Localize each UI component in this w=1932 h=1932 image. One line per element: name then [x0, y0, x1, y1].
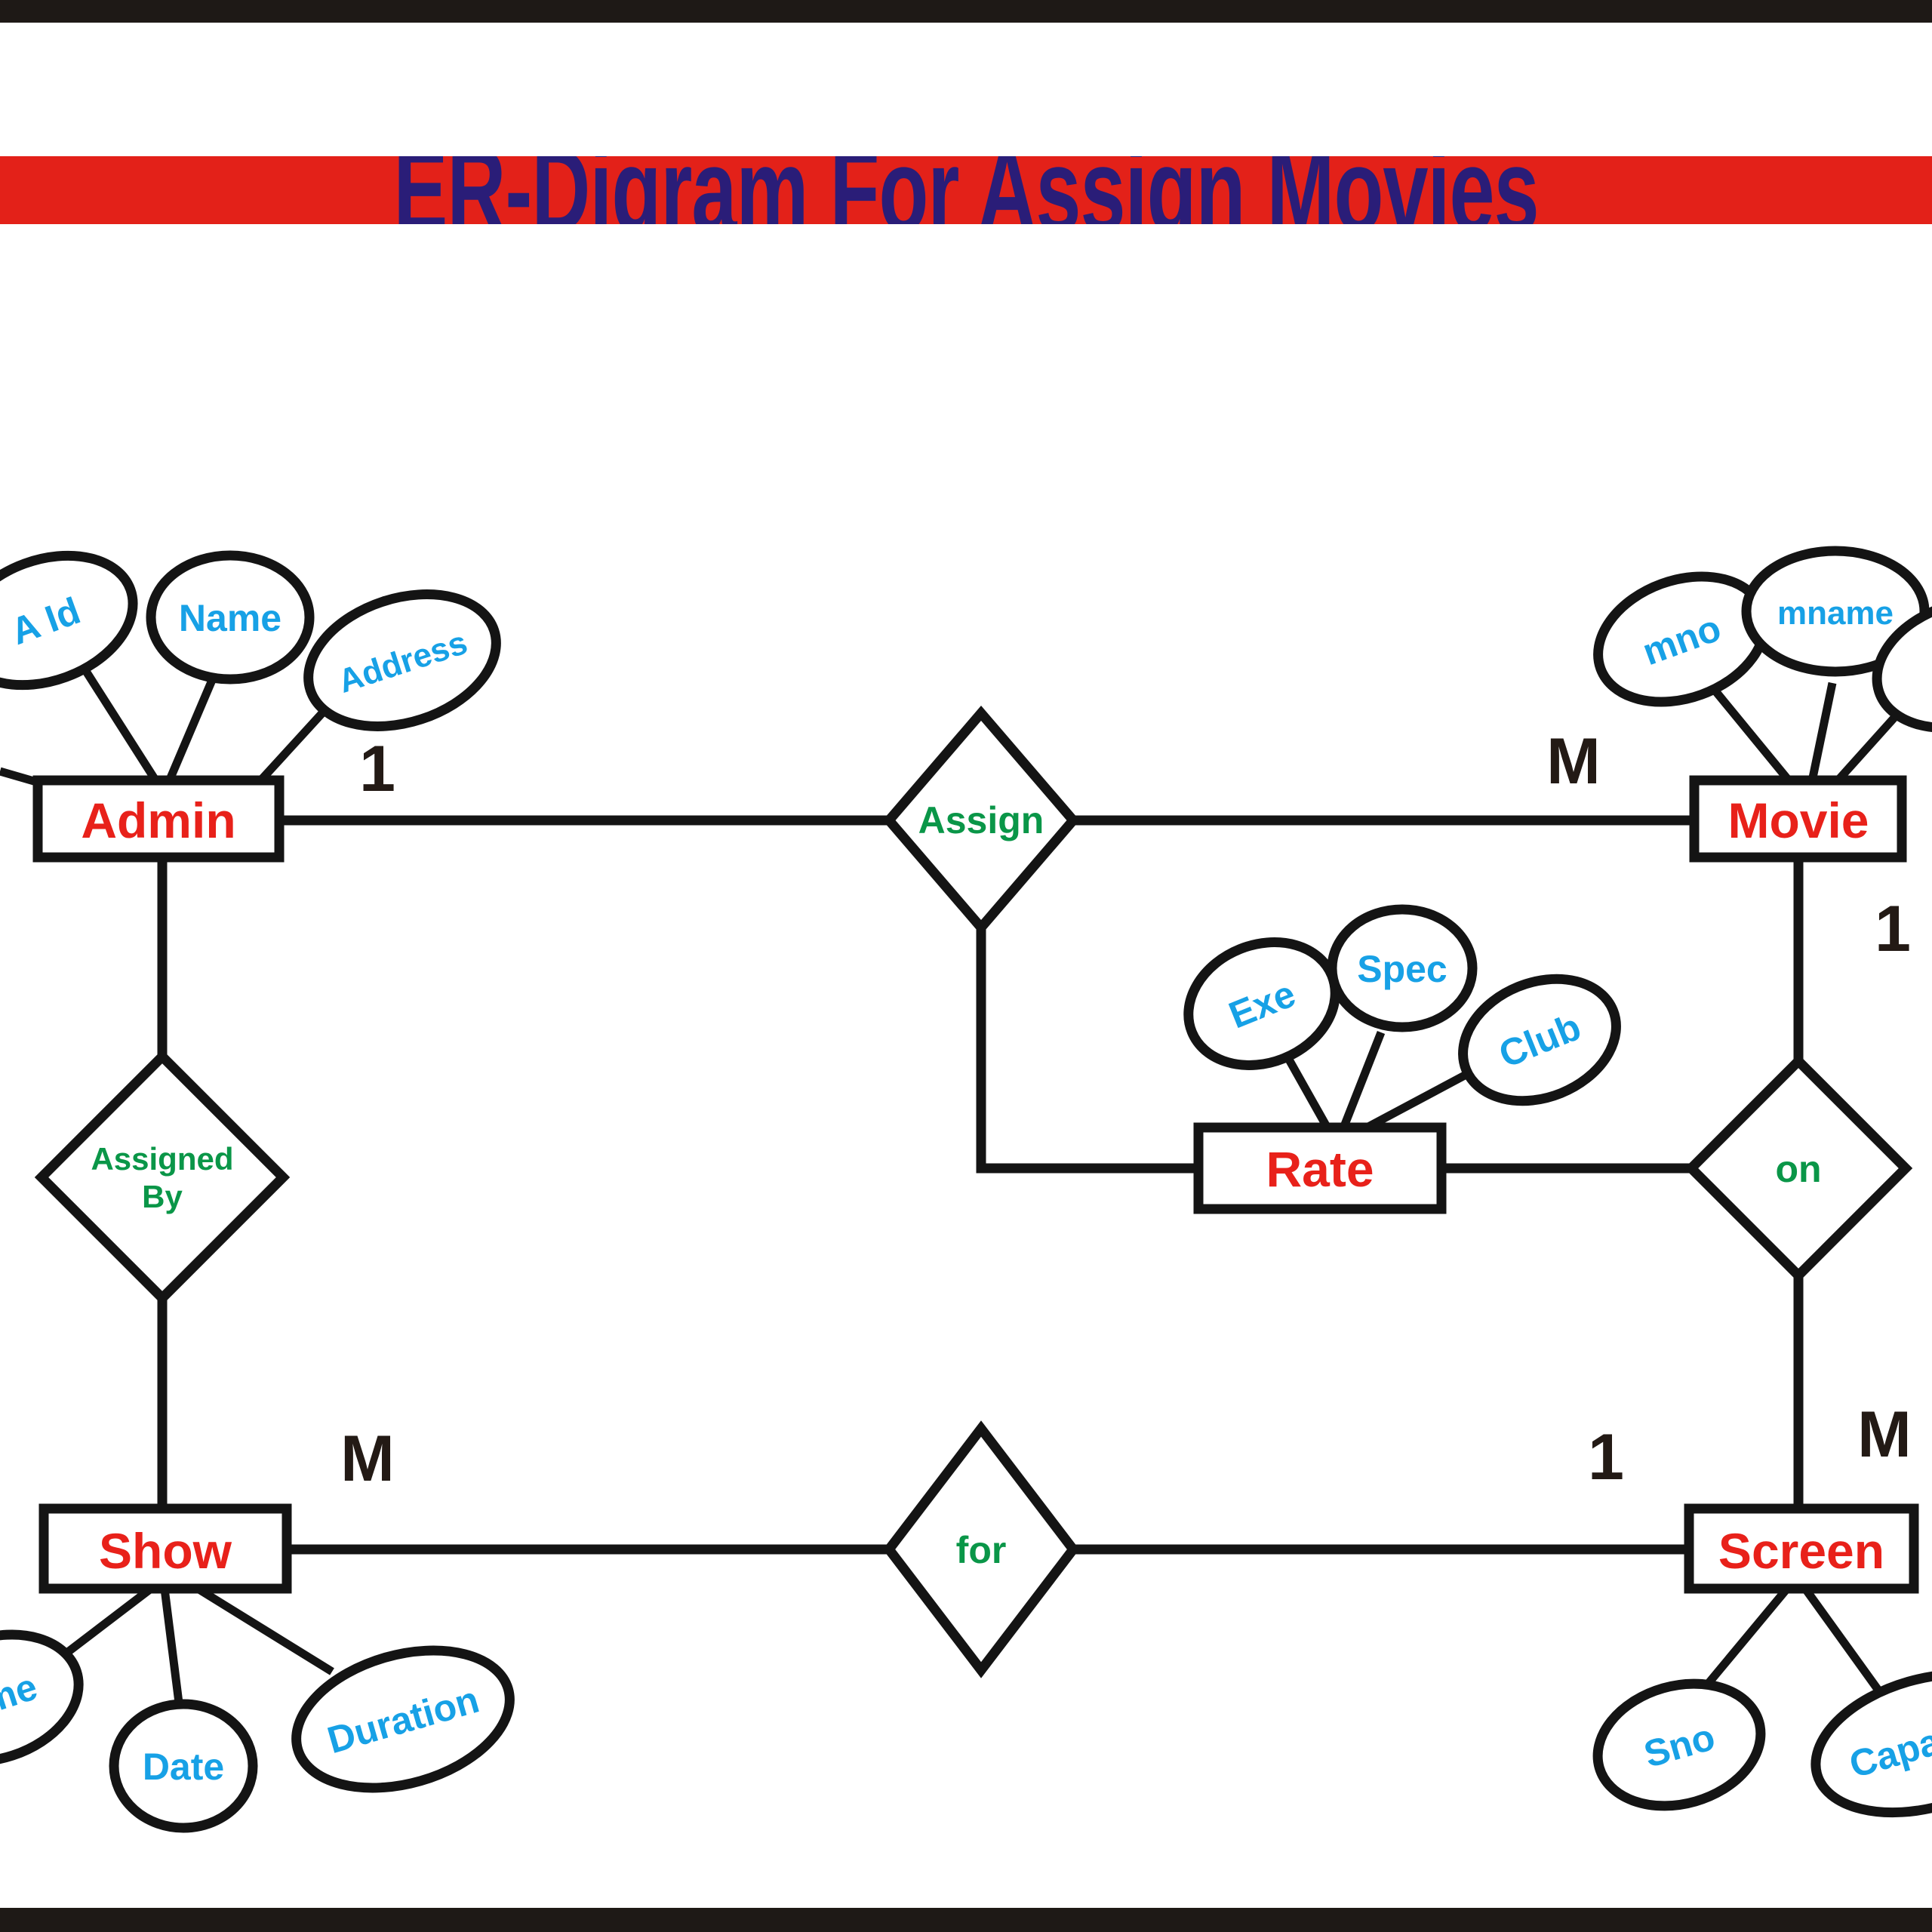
connector-admin-aid: [78, 662, 162, 787]
cardinality-layer: 1 M 1 M M 1: [340, 725, 1912, 1495]
relationship-assign[interactable]: Assign: [882, 706, 1080, 935]
relationship-layer: Assign Assigned By on for: [34, 706, 1913, 1678]
er-diagram-page: ER-Digram For Assign Movies A Id Name Ad…: [0, 0, 1932, 1932]
attribute-address[interactable]: Address: [291, 571, 513, 749]
attribute-date[interactable]: Date: [109, 1699, 258, 1833]
entity-movie-label: Movie: [1727, 792, 1869, 848]
cardinality-for-screen: 1: [1588, 1421, 1624, 1494]
entity-rate[interactable]: Rate: [1193, 1122, 1447, 1214]
attribute-mname-label: mname: [1777, 595, 1894, 632]
relationship-on[interactable]: on: [1684, 1054, 1913, 1283]
relationship-assign-label: Assign: [918, 799, 1044, 841]
er-diagram-canvas: A Id Name Address mno mname Exe Spec Clu…: [0, 533, 1932, 1833]
entity-show-label: Show: [99, 1523, 232, 1579]
relationship-for[interactable]: for: [882, 1420, 1080, 1678]
entity-screen-label: Screen: [1718, 1523, 1884, 1579]
relationship-assigned-by[interactable]: Assigned By: [34, 1049, 291, 1306]
attribute-name[interactable]: Name: [146, 550, 315, 685]
connector-show-duration: [195, 1585, 334, 1675]
connector-rate-spec: [1337, 1030, 1386, 1134]
entity-screen[interactable]: Screen: [1684, 1503, 1919, 1594]
attribute-sno[interactable]: Sno: [1583, 1666, 1775, 1825]
entity-movie[interactable]: Movie: [1689, 775, 1907, 863]
entity-rate-label: Rate: [1266, 1141, 1374, 1197]
relationship-assigned-by-label-line1: Assigned: [91, 1141, 233, 1177]
connector-assign-rate: [976, 913, 1197, 1174]
entity-show[interactable]: Show: [38, 1503, 292, 1594]
attribute-duration[interactable]: Duration: [280, 1627, 526, 1810]
cardinality-on-screen: M: [1857, 1398, 1912, 1471]
connector-movie-mno: [1709, 685, 1796, 788]
entity-admin-label: Admin: [81, 792, 235, 848]
relationship-for-label: for: [956, 1529, 1007, 1571]
connector-movie-mname: [1807, 681, 1837, 786]
cardinality-movie-on: 1: [1875, 893, 1911, 965]
entity-admin[interactable]: Admin: [32, 775, 285, 863]
attribute-exe[interactable]: Exe: [1170, 921, 1354, 1087]
connector-screen-capacity: [1801, 1586, 1890, 1705]
cardinality-show-for: M: [340, 1423, 395, 1495]
attribute-spec[interactable]: Spec: [1327, 904, 1478, 1032]
cardinality-assign-movie: M: [1546, 725, 1601, 798]
attribute-spec-label: Spec: [1357, 948, 1447, 990]
cardinality-admin-assign: 1: [359, 733, 395, 805]
relationship-on-label: on: [1775, 1148, 1821, 1190]
attribute-name-label: Name: [179, 597, 281, 639]
attribute-a-id[interactable]: A Id: [0, 533, 151, 708]
relationship-assigned-by-label-line2: By: [142, 1179, 183, 1214]
attribute-date-label: Date: [143, 1746, 224, 1788]
